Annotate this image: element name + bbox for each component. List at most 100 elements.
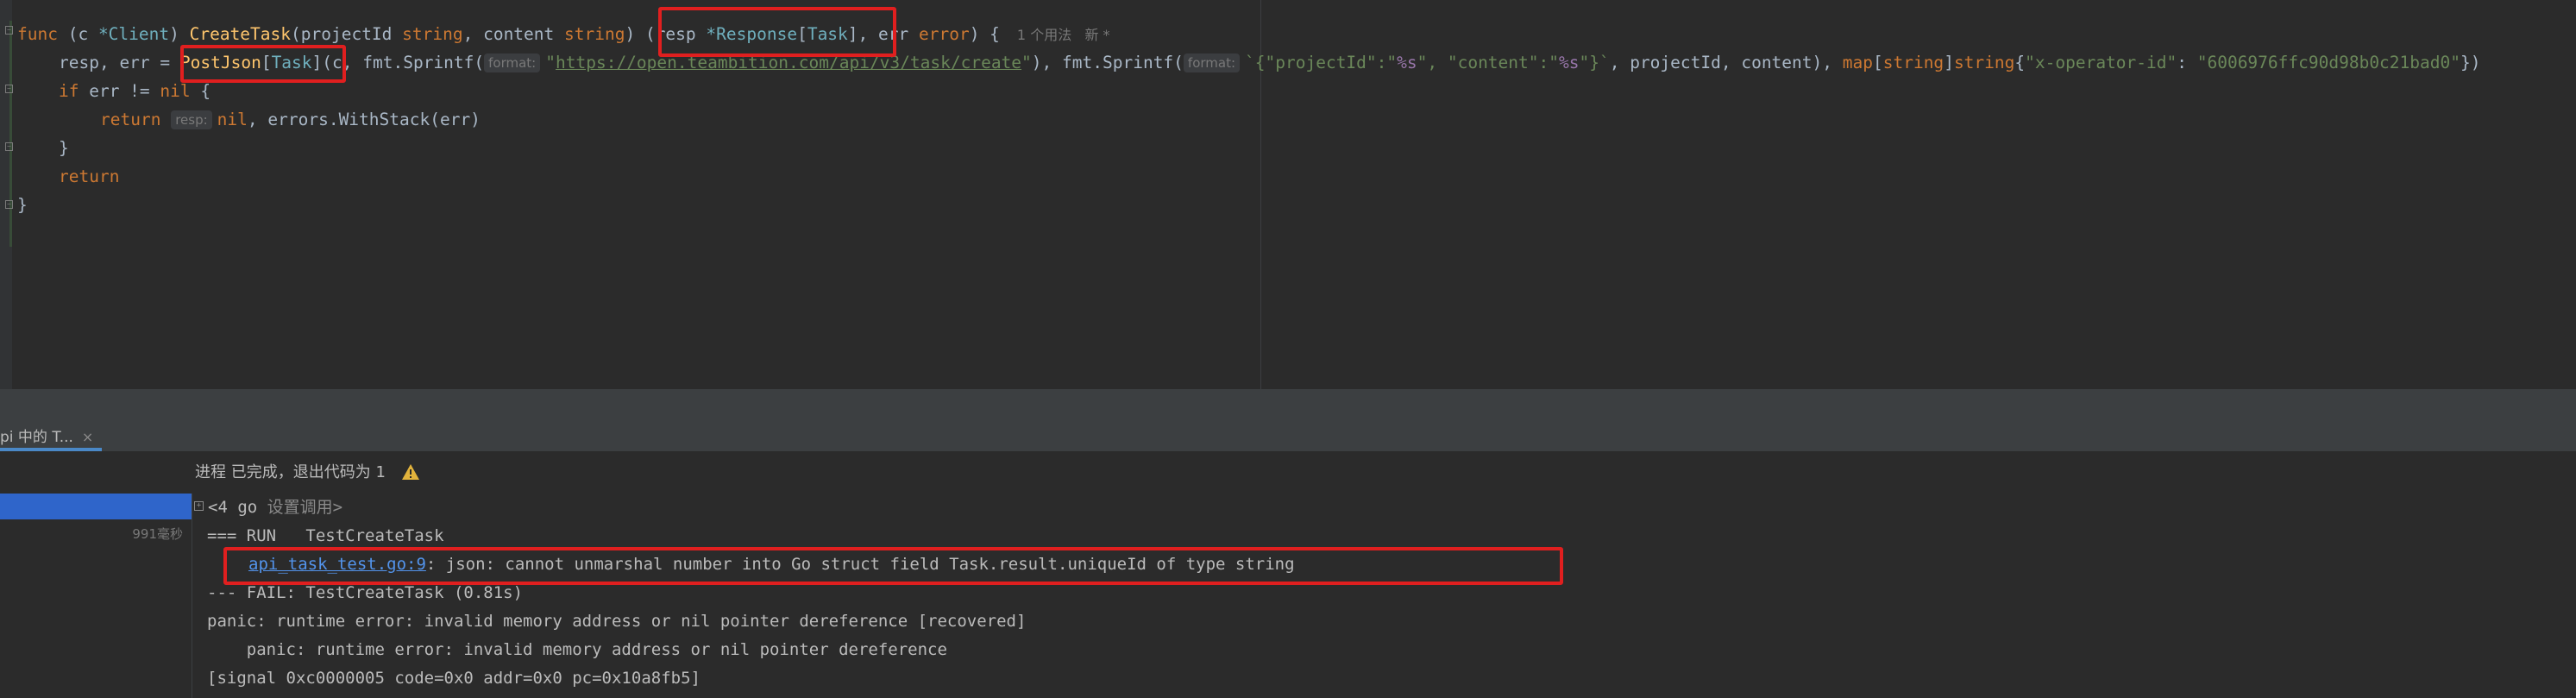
console-line: --- FAIL: TestCreateTask (0.81s): [207, 579, 523, 607]
string-literal: "6006976ffc90d98b0c21bad0": [2196, 53, 2460, 72]
url-link[interactable]: https://open.teambition.com/api/v3/task/…: [556, 53, 1021, 72]
code-token: {: [190, 81, 211, 101]
type-name: Task: [807, 24, 848, 44]
console-text: [signal 0xc0000005 code=0x0 addr=0x0 pc=…: [207, 669, 701, 688]
vcs-change-marker: [9, 21, 12, 247]
keyword: map: [1842, 53, 1873, 72]
code-editor[interactable]: − − − − func (c *Client) CreateTask(proj…: [0, 0, 2576, 389]
string-literal: "}`: [1579, 53, 1610, 72]
code-line-3[interactable]: if err != nil {: [59, 77, 210, 105]
code-token: [: [797, 24, 807, 44]
code-token: }: [59, 138, 69, 158]
code-line-4[interactable]: return resp: nil, errors.WithStack(err): [100, 105, 481, 134]
console-line: <4 go 设置调用>: [208, 494, 342, 522]
test-results-tree[interactable]: 991毫秒: [0, 494, 192, 698]
string-literal: `{"projectId":": [1245, 53, 1398, 72]
parameter-hint: format:: [484, 53, 541, 72]
string-literal: ": [1021, 53, 1032, 72]
console-line: panic: runtime error: invalid memory add…: [207, 636, 947, 664]
format-verb: %s: [1559, 53, 1580, 72]
console-text: panic: runtime error: invalid memory add…: [207, 640, 947, 659]
console-text: : json: cannot unmarshal number into Go …: [425, 555, 1295, 574]
parameter-hint: resp:: [171, 110, 212, 129]
process-status-text: 进程 已完成，退出代码为 1: [195, 463, 386, 481]
function-name: PostJson: [179, 53, 261, 72]
console-output[interactable]: + <4 go 设置调用> === RUN TestCreateTask api…: [192, 494, 2576, 698]
console-text: panic: runtime error: invalid memory add…: [207, 612, 1027, 631]
code-token: (resp: [644, 24, 707, 44]
test-duration: 991毫秒: [132, 526, 183, 542]
code-token: , content: [462, 24, 565, 44]
console-text: --- FAIL: TestCreateTask (0.81s): [207, 583, 524, 602]
code-token: ): [169, 24, 190, 44]
code-token: , errors.WithStack(err): [247, 110, 481, 129]
source-file-link[interactable]: api_task_test.go:9: [248, 555, 426, 574]
code-token: fmt.Sprintf(: [362, 53, 485, 72]
warning-icon: [402, 464, 419, 480]
panel-divider[interactable]: [0, 389, 2576, 424]
close-icon[interactable]: ×: [82, 429, 93, 445]
console-line: === RUN TestCreateTask: [207, 522, 444, 550]
run-status-bar: 进程 已完成，退出代码为 1: [0, 451, 2576, 494]
code-token: (c: [57, 24, 98, 44]
type-error: error: [918, 24, 970, 44]
code-token: ): [625, 24, 645, 44]
keyword: return: [59, 167, 120, 186]
keyword: nil: [160, 81, 191, 101]
code-line-1[interactable]: func (c *Client) CreateTask(projectId st…: [17, 20, 1110, 48]
type-string: string: [1953, 53, 2015, 72]
run-tab-bar: pi 中的 T... ×: [0, 424, 2576, 452]
code-token: ], err: [847, 24, 919, 44]
keyword: nil: [217, 110, 248, 129]
expand-icon[interactable]: +: [194, 501, 204, 511]
parameter-hint: format:: [1183, 53, 1241, 72]
code-token: [: [1872, 53, 1883, 72]
fold-icon[interactable]: −: [5, 26, 13, 35]
code-token: }: [17, 195, 28, 215]
code-line-2[interactable]: resp, err = PostJson[Task](c, fmt.Sprint…: [59, 48, 2480, 77]
type-string: string: [402, 24, 463, 44]
code-token: fmt.Sprintf(: [1062, 53, 1184, 72]
type-string: string: [564, 24, 625, 44]
code-token: [: [261, 53, 272, 72]
code-token: resp, err =: [59, 53, 180, 72]
usage-hint[interactable]: 1 个用法 新 *: [1017, 27, 1110, 43]
function-name: CreateTask: [189, 24, 292, 44]
console-line: [signal 0xc0000005 code=0x0 addr=0x0 pc=…: [207, 664, 701, 693]
tab-run-config[interactable]: pi 中的 T... ×: [0, 424, 103, 451]
type-name: *Response: [706, 24, 798, 44]
code-token: ](: [311, 53, 333, 72]
code-token: , projectId, content),: [1609, 53, 1843, 72]
code-token: (projectId: [291, 24, 403, 44]
code-token: c,: [332, 53, 363, 72]
console-line: panic: runtime error: invalid memory add…: [207, 607, 1026, 636]
code-token: :: [2177, 53, 2197, 72]
console-text: 设置调用>: [267, 498, 343, 517]
code-token: err !=: [79, 81, 160, 101]
keyword: return: [100, 110, 161, 129]
console-text: === RUN TestCreateTask: [207, 526, 444, 545]
type-name: *Client: [97, 24, 170, 44]
keyword: if: [59, 81, 79, 101]
type-string: string: [1882, 53, 1945, 72]
code-token: ),: [1031, 53, 1063, 72]
string-literal: "x-operator-id": [2025, 53, 2177, 72]
string-literal: ", "content":": [1417, 53, 1559, 72]
tree-item-selected[interactable]: [0, 494, 192, 519]
code-token: ]: [1944, 53, 1954, 72]
code-line-7[interactable]: }: [17, 191, 28, 219]
console-line-error: api_task_test.go:9: json: cannot unmarsh…: [248, 550, 1295, 579]
code-token: ) {: [969, 24, 1000, 44]
string-literal: ": [545, 53, 556, 72]
console-text: <4 go: [208, 498, 267, 517]
code-line-5[interactable]: }: [59, 134, 69, 162]
code-line-6[interactable]: return: [59, 162, 119, 191]
tab-label: pi 中的 T...: [0, 429, 73, 446]
fold-icon[interactable]: −: [5, 85, 13, 93]
format-verb: %s: [1397, 53, 1417, 72]
code-token: }): [2460, 53, 2481, 72]
fold-icon[interactable]: −: [5, 200, 13, 209]
code-token: {: [2014, 53, 2026, 72]
fold-icon[interactable]: −: [5, 142, 13, 151]
type-name: Task: [271, 53, 312, 72]
